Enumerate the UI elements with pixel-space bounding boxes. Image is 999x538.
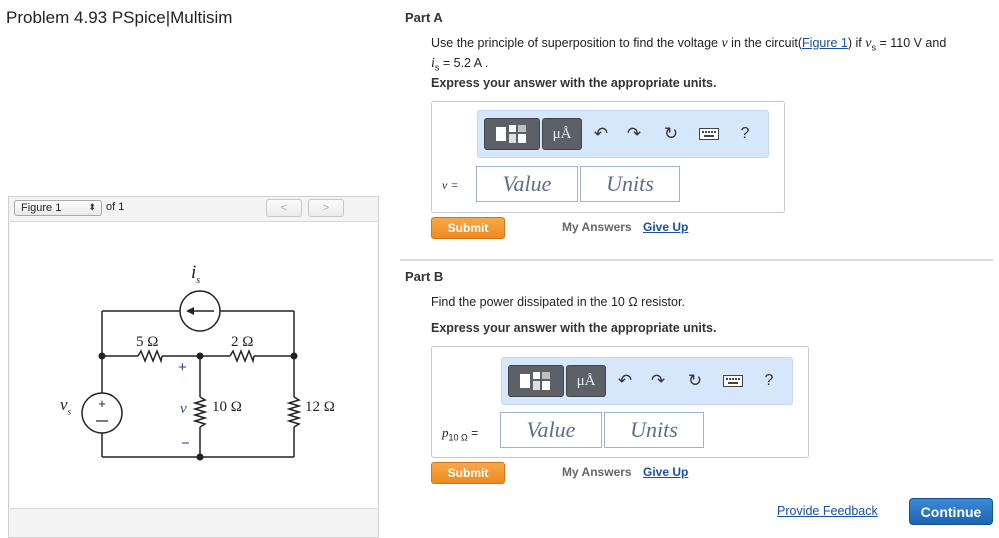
part-b-units-input[interactable]: Units	[604, 412, 704, 448]
chevron-right-icon: >	[322, 202, 330, 214]
redo-icon[interactable]: ↷	[647, 370, 669, 392]
help-icon[interactable]: ?	[734, 123, 756, 145]
part-b-give-up-link[interactable]: Give Up	[643, 465, 688, 479]
part-b-question: Find the power dissipated in the 10 Ω re…	[431, 295, 685, 309]
templates-icon[interactable]	[508, 365, 564, 397]
undo-icon[interactable]: ↶	[590, 123, 612, 145]
help-icon[interactable]: ?	[758, 370, 780, 392]
figure-1-link[interactable]: Figure 1	[802, 36, 848, 50]
figure-canvas: + is vs 5 Ω 2 Ω 10 Ω 12 Ω v + −	[10, 221, 377, 509]
chevron-left-icon: <	[280, 202, 288, 214]
figure-panel: Figure 1 ⬍ of 1 < > + is vs 5 Ω 2 Ω 10 Ω…	[8, 196, 379, 538]
voltage-minus-sign: −	[181, 435, 190, 452]
voltage-source-label: vs	[60, 395, 72, 417]
figure-count: of 1	[106, 201, 125, 213]
part-a-value-input[interactable]: Value	[476, 166, 578, 202]
part-b-my-answers-link[interactable]: My Answers	[562, 465, 632, 479]
reset-icon[interactable]: ↻	[684, 370, 706, 392]
redo-icon[interactable]: ↷	[623, 123, 645, 145]
problem-title: Problem 4.93 PSpice|Multisim	[6, 8, 233, 27]
undo-icon[interactable]: ↶	[614, 370, 636, 392]
units-icon[interactable]: μÅ	[542, 118, 582, 150]
part-b-submit-button[interactable]: Submit	[431, 462, 505, 484]
part-a-toolbar: μÅ ↶ ↷ ↻ ?	[477, 110, 769, 158]
part-a-give-up-link[interactable]: Give Up	[643, 220, 688, 234]
templates-icon[interactable]	[484, 118, 540, 150]
svg-text:+: +	[98, 396, 106, 411]
part-b-answer-box: μÅ ↶ ↷ ↻ ? p10 Ω = Value Units	[431, 346, 809, 458]
provide-feedback-link[interactable]: Provide Feedback	[777, 504, 878, 518]
part-a-submit-button[interactable]: Submit	[431, 217, 505, 239]
part-a-instruction: Express your answer with the appropriate…	[431, 76, 717, 90]
part-a-my-answers-link[interactable]: My Answers	[562, 220, 632, 234]
part-a-answer-box: μÅ ↶ ↷ ↻ ? v = Value Units	[431, 101, 785, 213]
reset-icon[interactable]: ↻	[660, 123, 682, 145]
chevron-updown-icon: ⬍	[88, 202, 96, 212]
part-b-value-input[interactable]: Value	[500, 412, 602, 448]
resistor-2ohm-label: 2 Ω	[231, 334, 254, 350]
voltage-plus-sign: +	[178, 359, 187, 376]
part-a-units-input[interactable]: Units	[580, 166, 680, 202]
continue-button[interactable]: Continue	[909, 498, 993, 525]
voltage-v-label: v	[180, 401, 187, 417]
resistor-5ohm-label: 5 Ω	[136, 334, 159, 350]
part-a-variable-label: v =	[442, 178, 459, 192]
current-source-label: is	[191, 262, 201, 286]
part-b-toolbar: μÅ ↶ ↷ ↻ ?	[501, 357, 793, 405]
part-a-heading: Part A	[405, 10, 443, 25]
part-a-question: Use the principle of superposition to fi…	[431, 36, 947, 72]
units-icon[interactable]: μÅ	[566, 365, 606, 397]
part-b-variable-label: p10 Ω =	[442, 425, 479, 443]
keyboard-icon[interactable]	[698, 126, 720, 142]
resistor-12ohm-label: 12 Ω	[305, 399, 335, 415]
figure-select[interactable]: Figure 1 ⬍	[14, 200, 102, 216]
prev-figure-button[interactable]: <	[266, 199, 302, 217]
resistor-10ohm-label: 10 Ω	[212, 399, 242, 415]
part-divider	[400, 259, 993, 261]
keyboard-icon[interactable]	[722, 373, 744, 389]
part-b-instruction: Express your answer with the appropriate…	[431, 321, 717, 335]
next-figure-button[interactable]: >	[308, 199, 344, 217]
part-b-heading: Part B	[405, 269, 444, 284]
figure-select-value: Figure 1	[21, 202, 62, 214]
